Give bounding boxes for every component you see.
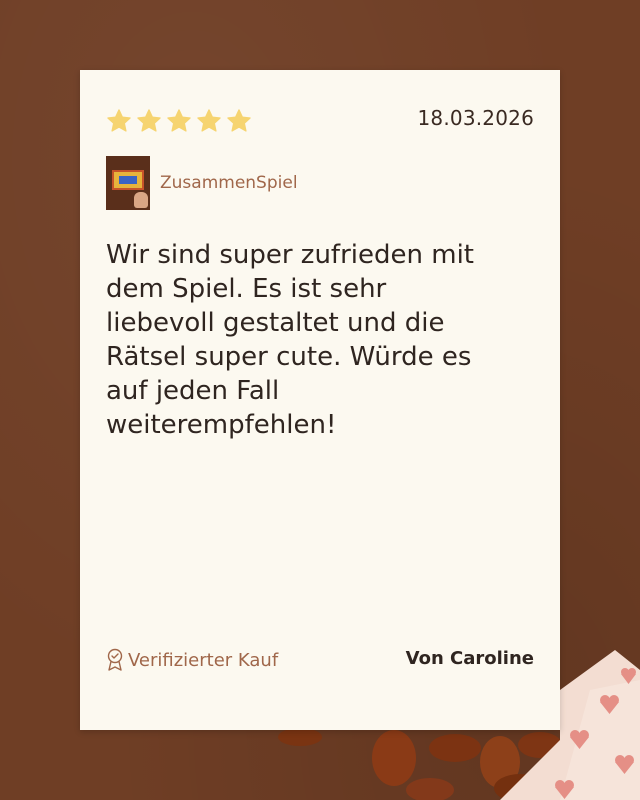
product-reference[interactable]: ZusammenSpiel: [106, 156, 298, 210]
product-thumbnail[interactable]: [106, 156, 150, 210]
star-icon: [227, 109, 251, 132]
review-text: Wir sind super zufrieden mit dem Spiel. …: [106, 240, 474, 440]
star-icon: [107, 109, 131, 132]
verified-purchase-label: Verifizierter Kauf: [128, 649, 279, 671]
star-icon: [167, 109, 191, 132]
star-icon: [137, 109, 161, 132]
product-name[interactable]: ZusammenSpiel: [160, 173, 298, 193]
review-date: 18.03.2026: [417, 106, 534, 130]
star-rating: [106, 108, 252, 134]
star-icon: [197, 109, 221, 132]
review-card: 18.03.2026 ZusammenSpiel Wir sind super …: [80, 70, 560, 730]
verified-purchase: Verifizierter Kauf: [106, 648, 278, 672]
review-author: Von Caroline: [405, 648, 534, 669]
award-badge-icon: [107, 648, 123, 671]
